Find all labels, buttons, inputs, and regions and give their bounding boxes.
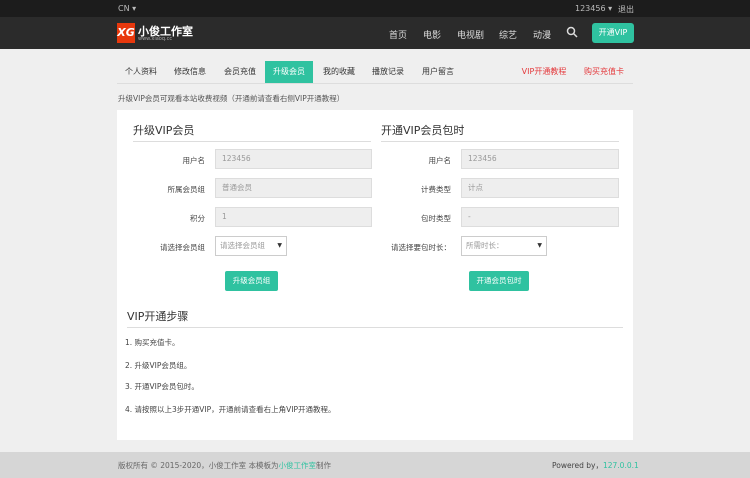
- tab-favorites[interactable]: 我的收藏: [315, 61, 363, 83]
- top-bar: CN ▾ 123456 ▾ 退出: [0, 0, 750, 17]
- group-label: 所属会员组: [167, 185, 206, 194]
- logout-link[interactable]: 退出: [618, 4, 634, 15]
- open-vip-button[interactable]: 开通VIP: [592, 23, 634, 43]
- powered-prefix: Powered by，: [552, 461, 603, 470]
- points-field[interactable]: 1: [215, 207, 372, 227]
- step-item: 2. 升级VIP会员组。: [125, 361, 192, 370]
- site-logo[interactable]: XG 小俊工作室 www.xiaoq.cc: [117, 23, 193, 43]
- tab-edit-info[interactable]: 修改信息: [166, 61, 214, 83]
- nav-home[interactable]: 首页: [389, 28, 407, 41]
- studio-link[interactable]: 小俊工作室: [279, 461, 317, 470]
- footer: 版权所有 © 2015-2020，小俊工作室 本模板为小俊工作室制作 Power…: [0, 452, 750, 478]
- username-field[interactable]: 123456: [215, 149, 372, 169]
- upgrade-group-button[interactable]: 升级会员组: [225, 271, 278, 291]
- group-select[interactable]: 请选择会员组 ▼: [215, 236, 287, 256]
- powered-by: Powered by，127.0.0.1: [552, 460, 639, 471]
- account-tabs: 个人资料 修改信息 会员充值 升级会员 我的收藏 播放记录 用户留言 VIP开通…: [117, 61, 633, 84]
- chevron-down-icon: ▼: [537, 242, 542, 249]
- copyright-prefix: 版权所有 © 2015-2020，小俊工作室 本模板为: [118, 461, 279, 470]
- chevron-down-icon: ▼: [277, 242, 282, 249]
- user-menu[interactable]: 123456 ▾: [575, 4, 612, 13]
- search-icon[interactable]: [566, 26, 578, 38]
- tab-messages[interactable]: 用户留言: [414, 61, 462, 83]
- billing-field[interactable]: 计点: [461, 178, 619, 198]
- tab-history[interactable]: 播放记录: [364, 61, 412, 83]
- select-group-label: 请选择会员组: [160, 243, 205, 252]
- main-header: XG 小俊工作室 www.xiaoq.cc 首页 电影 电视剧 综艺 动漫 开通…: [0, 17, 750, 49]
- points-label: 积分: [190, 214, 205, 223]
- package-title: 开通VIP会员包时: [381, 122, 619, 142]
- tab-profile[interactable]: 个人资料: [117, 61, 165, 83]
- upgrade-notice: 升级VIP会员可观看本站收费视频（开通前请查看右侧VIP开通教程）: [118, 94, 345, 103]
- tab-buy-card[interactable]: 购买充值卡: [579, 61, 629, 83]
- tab-recharge[interactable]: 会员充值: [216, 61, 264, 83]
- language-selector[interactable]: CN ▾: [118, 4, 136, 13]
- nav-anime[interactable]: 动漫: [533, 28, 551, 41]
- logo-mark: XG: [117, 23, 135, 43]
- open-package-button[interactable]: 开通会员包时: [469, 271, 529, 291]
- group-field[interactable]: 普通会员: [215, 178, 372, 198]
- period-select[interactable]: 所需时长： ▼: [461, 236, 547, 256]
- step-item: 4. 请按照以上3步开通VIP，开通前请查看右上角VIP开通教程。: [125, 405, 336, 414]
- tab-vip-guide[interactable]: VIP开通教程: [518, 61, 570, 83]
- pkg-username-label: 用户名: [428, 156, 452, 165]
- nav-tv[interactable]: 电视剧: [457, 28, 484, 41]
- nav-movies[interactable]: 电影: [423, 28, 441, 41]
- select-period-label: 请选择要包时长：: [391, 243, 451, 252]
- group-select-value: 请选择会员组: [220, 241, 265, 250]
- pkg-username-field[interactable]: 123456: [461, 149, 619, 169]
- powered-link[interactable]: 127.0.0.1: [603, 461, 639, 470]
- period-label: 包时类型: [421, 214, 451, 223]
- logo-url: www.xiaoq.cc: [138, 36, 173, 42]
- billing-label: 计费类型: [421, 185, 451, 194]
- period-select-value: 所需时长：: [466, 241, 504, 250]
- upgrade-panel: 升级VIP会员 用户名 123456 所属会员组 普通会员 积分 1 请选择会员…: [117, 110, 633, 440]
- username-label: 用户名: [182, 156, 206, 165]
- nav-variety[interactable]: 综艺: [499, 28, 517, 41]
- period-field[interactable]: -: [461, 207, 619, 227]
- upgrade-title: 升级VIP会员: [133, 122, 371, 142]
- steps-title: VIP开通步骤: [127, 308, 623, 328]
- tab-upgrade[interactable]: 升级会员: [265, 61, 313, 83]
- step-item: 3. 开通VIP会员包时。: [125, 382, 199, 391]
- step-item: 1. 购买充值卡。: [125, 338, 180, 347]
- copyright: 版权所有 © 2015-2020，小俊工作室 本模板为小俊工作室制作: [118, 460, 331, 471]
- copyright-suffix: 制作: [316, 461, 332, 470]
